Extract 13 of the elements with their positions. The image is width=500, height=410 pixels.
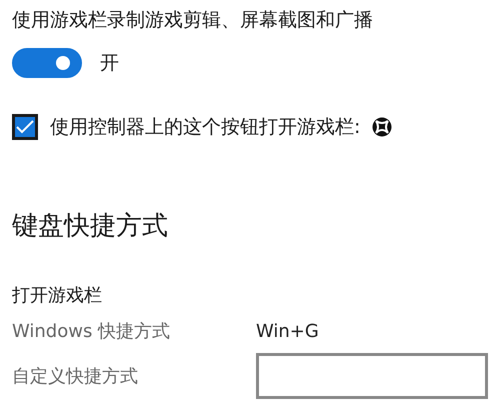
- check-icon: [16, 120, 34, 134]
- controller-logo-icon: [372, 117, 392, 137]
- checkbox-label: 使用控制器上的这个按钮打开游戏栏:: [50, 115, 360, 140]
- checkbox[interactable]: [12, 114, 38, 140]
- toggle-state: 开: [100, 51, 119, 76]
- setting-label: 使用游戏栏录制游戏剪辑、屏幕截图和广播: [12, 8, 374, 33]
- shortcut-label: 自定义快捷方式: [12, 365, 139, 388]
- shortcut-value: Win+G: [256, 320, 320, 342]
- shortcut-label: Windows 快捷方式: [12, 320, 172, 343]
- section-heading: 键盘快捷方式: [12, 210, 169, 243]
- subsection-title: 打开游戏栏: [12, 284, 103, 307]
- toggle-switch[interactable]: [12, 48, 82, 78]
- shortcut-field[interactable]: [256, 353, 488, 399]
